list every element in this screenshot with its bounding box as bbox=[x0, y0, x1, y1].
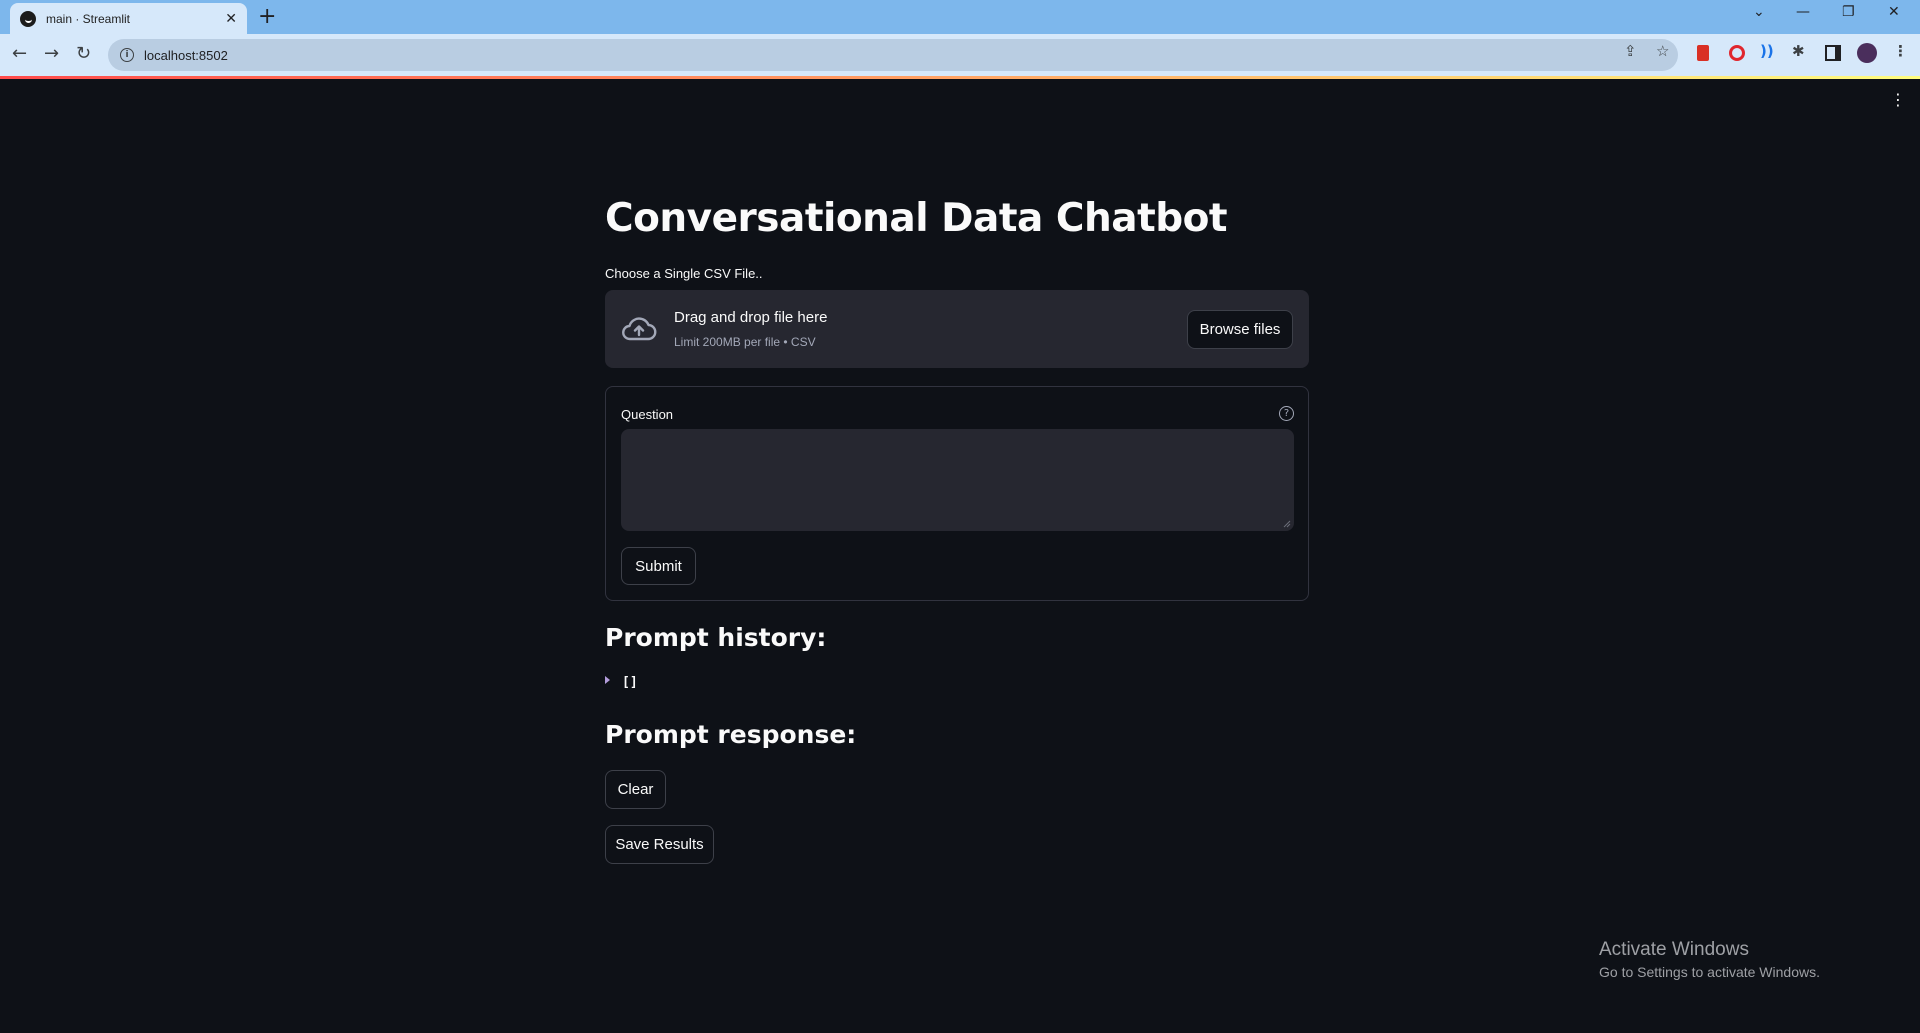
close-window-button[interactable]: ✕ bbox=[1888, 4, 1900, 20]
minimize-button[interactable]: — bbox=[1796, 4, 1810, 20]
back-arrow-icon[interactable]: ← bbox=[12, 43, 27, 64]
profile-avatar-icon[interactable] bbox=[1857, 43, 1877, 63]
expand-caret-icon[interactable] bbox=[605, 675, 610, 684]
bookmark-star-icon[interactable]: ☆ bbox=[1656, 42, 1669, 60]
browser-tab-strip: main · Streamlit ✕ + ⌄ — ❐ ✕ bbox=[0, 0, 1920, 34]
save-results-button[interactable]: Save Results bbox=[605, 825, 714, 864]
browser-tab[interactable]: main · Streamlit ✕ bbox=[10, 3, 247, 34]
extension-red-icon[interactable] bbox=[1697, 45, 1709, 61]
extension-wave-icon[interactable]: )) bbox=[1760, 42, 1774, 60]
share-icon[interactable]: ⇪ bbox=[1624, 42, 1637, 60]
help-icon[interactable]: ? bbox=[1279, 406, 1294, 421]
question-form: Question ? Submit bbox=[605, 386, 1309, 601]
tab-search-icon[interactable]: ⌄ bbox=[1753, 4, 1765, 20]
prompt-response-heading: Prompt response: bbox=[605, 720, 857, 749]
new-tab-button[interactable]: + bbox=[258, 5, 276, 29]
page-title: Conversational Data Chatbot bbox=[605, 196, 1228, 241]
prompt-history-json[interactable]: [] bbox=[605, 675, 638, 690]
file-dropzone[interactable]: Drag and drop file here Limit 200MB per … bbox=[605, 290, 1309, 368]
file-uploader-label: Choose a Single CSV File.. bbox=[605, 266, 763, 281]
browse-files-button[interactable]: Browse files bbox=[1187, 310, 1293, 349]
question-input[interactable] bbox=[621, 429, 1294, 531]
app-main-menu-icon[interactable]: ⋮ bbox=[1890, 92, 1906, 108]
prompt-history-heading: Prompt history: bbox=[605, 623, 827, 652]
question-label: Question bbox=[621, 407, 674, 422]
streamlit-favicon-icon bbox=[20, 10, 36, 27]
url-text[interactable]: localhost:8502 bbox=[144, 48, 228, 63]
opera-extension-icon[interactable] bbox=[1729, 45, 1745, 61]
browser-toolbar: ← → ↻ i localhost:8502 ⇪ ☆ )) ✱ ⋮ bbox=[0, 34, 1920, 76]
address-bar[interactable]: i localhost:8502 bbox=[108, 39, 1678, 71]
prompt-history-value: [] bbox=[622, 675, 638, 690]
menu-kebab-icon[interactable]: ⋮ bbox=[1893, 42, 1908, 60]
dropzone-limit-text: Limit 200MB per file • CSV bbox=[674, 335, 816, 349]
streamlit-decoration-bar bbox=[0, 76, 1920, 79]
restore-button[interactable]: ❐ bbox=[1842, 4, 1855, 20]
clear-button[interactable]: Clear bbox=[605, 770, 666, 809]
main-content: Conversational Data Chatbot Choose a Sin… bbox=[605, 190, 1309, 864]
submit-button[interactable]: Submit bbox=[621, 547, 696, 585]
dropzone-instructions: Drag and drop file here bbox=[674, 309, 828, 326]
windows-activation-watermark: Activate Windows Go to Settings to activ… bbox=[1599, 939, 1820, 980]
watermark-title: Activate Windows bbox=[1599, 939, 1749, 960]
forward-arrow-icon[interactable]: → bbox=[44, 43, 59, 64]
resize-grip-icon[interactable] bbox=[1281, 518, 1291, 528]
watermark-subtitle: Go to Settings to activate Windows. bbox=[1599, 964, 1820, 980]
tab-title: main · Streamlit bbox=[46, 11, 131, 26]
cloud-upload-icon bbox=[622, 317, 657, 341]
extensions-icon[interactable]: ✱ bbox=[1792, 42, 1805, 60]
reload-icon[interactable]: ↻ bbox=[76, 43, 91, 64]
tab-close-icon[interactable]: ✕ bbox=[225, 11, 237, 27]
side-panel-icon[interactable] bbox=[1825, 45, 1841, 61]
site-info-icon[interactable]: i bbox=[120, 48, 134, 62]
